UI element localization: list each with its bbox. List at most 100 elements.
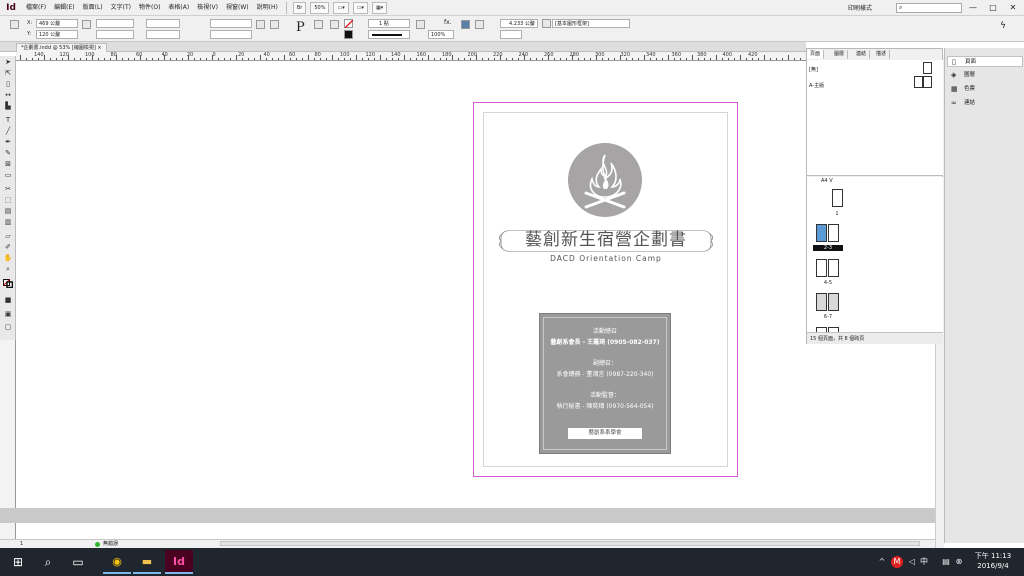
volume-icon[interactable]: ◁ <box>906 556 918 568</box>
note-tool-icon[interactable]: ▱ <box>3 232 13 241</box>
menu-type[interactable]: 文字(T) <box>107 0 135 16</box>
menu-file[interactable]: 檔案(F) <box>22 0 50 16</box>
x-field[interactable]: 469 公釐 <box>36 19 78 28</box>
windows-start-icon[interactable]: ⊞ <box>8 552 28 572</box>
fill-stroke-swatch-icon[interactable] <box>3 279 13 288</box>
menu-table[interactable]: 表格(A) <box>164 0 193 16</box>
none-master-thumbnail[interactable] <box>923 62 932 74</box>
page-thumbnail-6[interactable] <box>816 293 827 311</box>
bridge-icon[interactable]: Br <box>292 1 307 14</box>
close-tab-icon[interactable]: × <box>97 45 101 51</box>
page-tool-icon[interactable]: ▯ <box>3 80 13 89</box>
workspace-switcher[interactable]: 印刷樣式 <box>848 3 872 12</box>
tray-app-icon[interactable]: M <box>891 556 903 568</box>
width-field[interactable] <box>96 19 134 28</box>
scale-y-field[interactable] <box>146 30 180 39</box>
view-options-icon[interactable]: ▭▾ <box>333 1 349 14</box>
object-style-select[interactable]: [基本圖形框架] <box>552 19 630 28</box>
arrange-documents-icon[interactable]: ▦▾ <box>371 1 388 14</box>
scale-x-field[interactable] <box>146 19 180 28</box>
page-thumbnail-5[interactable] <box>828 259 839 277</box>
preflight-status[interactable]: 無錯誤 <box>103 540 118 548</box>
clock-date[interactable]: 2016/9/4 <box>965 562 1021 571</box>
corner-shape-icon[interactable] <box>416 20 425 29</box>
select-content-icon[interactable] <box>330 20 339 29</box>
height-field[interactable] <box>96 30 134 39</box>
type-tool-icon[interactable]: T <box>3 116 13 125</box>
wrap-none-icon[interactable] <box>461 20 470 29</box>
shear-field[interactable] <box>210 30 252 39</box>
screen-mode-icon[interactable]: ▭▾ <box>352 1 368 14</box>
gradient-swatch-tool-icon[interactable]: ▤ <box>3 207 13 216</box>
menu-window[interactable]: 視窗(W) <box>222 0 253 16</box>
direct-selection-tool-icon[interactable]: ⇱ <box>3 69 13 78</box>
rectangle-frame-tool-icon[interactable]: ⊠ <box>3 160 13 169</box>
hand-tool-icon[interactable]: ✋ <box>3 254 13 263</box>
free-transform-tool-icon[interactable]: ⬚ <box>3 196 13 205</box>
horizontal-scrollbar[interactable] <box>220 541 920 546</box>
minimize-button[interactable]: — <box>966 1 980 14</box>
page-thumbnail-4[interactable] <box>816 259 827 277</box>
y-field[interactable]: 120 公釐 <box>36 30 78 39</box>
gradient-feather-tool-icon[interactable]: ▥ <box>3 218 13 227</box>
menu-edit[interactable]: 編輯(E) <box>50 0 78 16</box>
rotate-field[interactable] <box>210 19 252 28</box>
select-container-icon[interactable] <box>314 20 323 29</box>
close-tray-icon[interactable]: ⊗ <box>953 556 965 568</box>
pencil-tool-icon[interactable]: ✎ <box>3 149 13 158</box>
page-thumbnail-2[interactable] <box>816 224 827 242</box>
notification-icon[interactable]: ▤ <box>940 556 952 568</box>
reference-point-icon[interactable] <box>10 20 19 29</box>
campfire-logo[interactable] <box>568 143 642 217</box>
zoom-select[interactable]: 50% <box>310 1 330 14</box>
tray-chevron-icon[interactable]: ^ <box>876 556 888 568</box>
constrain-link-icon[interactable] <box>82 20 91 29</box>
none-master-label[interactable]: [無] <box>809 66 818 73</box>
horizontal-ruler[interactable]: 1401201008060402002040608010012014016018… <box>16 52 806 61</box>
text-wrap-icon[interactable]: P <box>296 21 305 35</box>
document-title[interactable]: 藝創新生宿營企劃書 <box>497 229 715 251</box>
clock-time[interactable]: 下午 11:13 <box>965 552 1021 561</box>
effects-fx-icon[interactable]: fx. <box>444 19 452 27</box>
a-master-right-thumbnail[interactable] <box>923 76 932 88</box>
page-number-field[interactable]: 1 <box>20 540 23 548</box>
master-dropdown[interactable]: A4 V <box>821 178 833 184</box>
tab-layers[interactable]: 圖層 <box>831 50 849 59</box>
rectangle-tool-icon[interactable]: ▭ <box>3 171 13 180</box>
measure-field[interactable]: 4.233 公釐 <box>500 19 538 28</box>
preview-mode-icon[interactable]: ▢ <box>3 323 13 332</box>
zoom-tool-icon[interactable]: ⌕ <box>3 265 13 274</box>
menu-view[interactable]: 檢視(V) <box>193 0 222 16</box>
search-icon[interactable]: ⌕ <box>38 552 58 572</box>
file-explorer-icon[interactable]: ▬ <box>133 550 161 574</box>
tab-pages[interactable]: 頁面 <box>807 50 825 59</box>
rotate-icon[interactable] <box>256 20 265 29</box>
document-subtitle[interactable]: DACD Orientation Camp <box>497 254 715 264</box>
selection-tool-icon[interactable]: ➤ <box>3 58 13 67</box>
maximize-button[interactable]: □ <box>986 1 1000 14</box>
indesign-icon[interactable]: Id <box>165 550 193 574</box>
a-master-left-thumbnail[interactable] <box>914 76 923 88</box>
stroke-type-select[interactable] <box>368 30 410 39</box>
normal-mode-icon[interactable]: ▣ <box>3 310 13 319</box>
content-collector-icon[interactable]: ▙ <box>3 102 13 111</box>
fill-swatch-icon[interactable] <box>344 19 353 28</box>
close-window-button[interactable]: ✕ <box>1006 1 1020 14</box>
pen-tool-icon[interactable]: ✒ <box>3 138 13 147</box>
object-style-icon[interactable] <box>542 19 551 28</box>
flip-icon[interactable] <box>270 20 279 29</box>
menu-object[interactable]: 物件(O) <box>135 0 164 16</box>
corner-option-select[interactable] <box>500 30 522 39</box>
lightning-icon[interactable]: ϟ <box>1000 22 1006 31</box>
gap-tool-icon[interactable]: ↔ <box>3 91 13 100</box>
stroke-weight-select[interactable]: 1 點 <box>368 19 410 28</box>
line-tool-icon[interactable]: ╱ <box>3 127 13 136</box>
stroke-swatch-icon[interactable] <box>344 30 353 39</box>
dock-pages-button[interactable]: ▯ 頁面 <box>947 56 1023 67</box>
page-thumbnail-3[interactable] <box>828 224 839 242</box>
chrome-icon[interactable]: ◉ <box>103 550 131 574</box>
dock-layers-button[interactable]: ◈ 圖層 <box>947 70 1023 81</box>
task-view-icon[interactable]: ▭ <box>68 552 88 572</box>
page-thumbnail-7[interactable] <box>828 293 839 311</box>
search-input[interactable]: ⌕ <box>896 3 962 13</box>
